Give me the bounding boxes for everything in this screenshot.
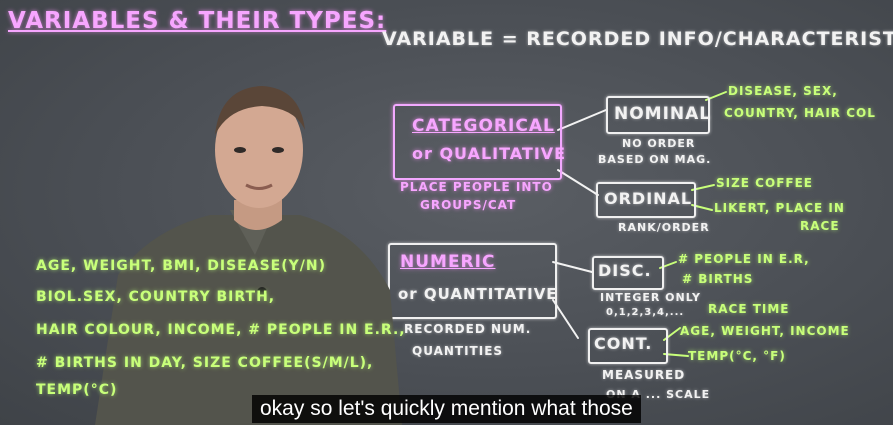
examples-list-item: BIOL.SEX, COUNTRY BIRTH,: [36, 289, 276, 305]
video-caption: okay so let's quickly mention what those: [252, 395, 641, 423]
examples-list-item: # BIRTHS IN DAY, SIZE COFFEE(S/M/L),: [36, 355, 374, 371]
examples-list-item: HAIR COLOUR, INCOME, # PEOPLE IN E.R.,: [36, 322, 406, 338]
examples-list-item: TEMP(°C): [36, 382, 118, 398]
examples-list-item: AGE, WEIGHT, BMI, DISEASE(Y/N): [36, 258, 326, 274]
